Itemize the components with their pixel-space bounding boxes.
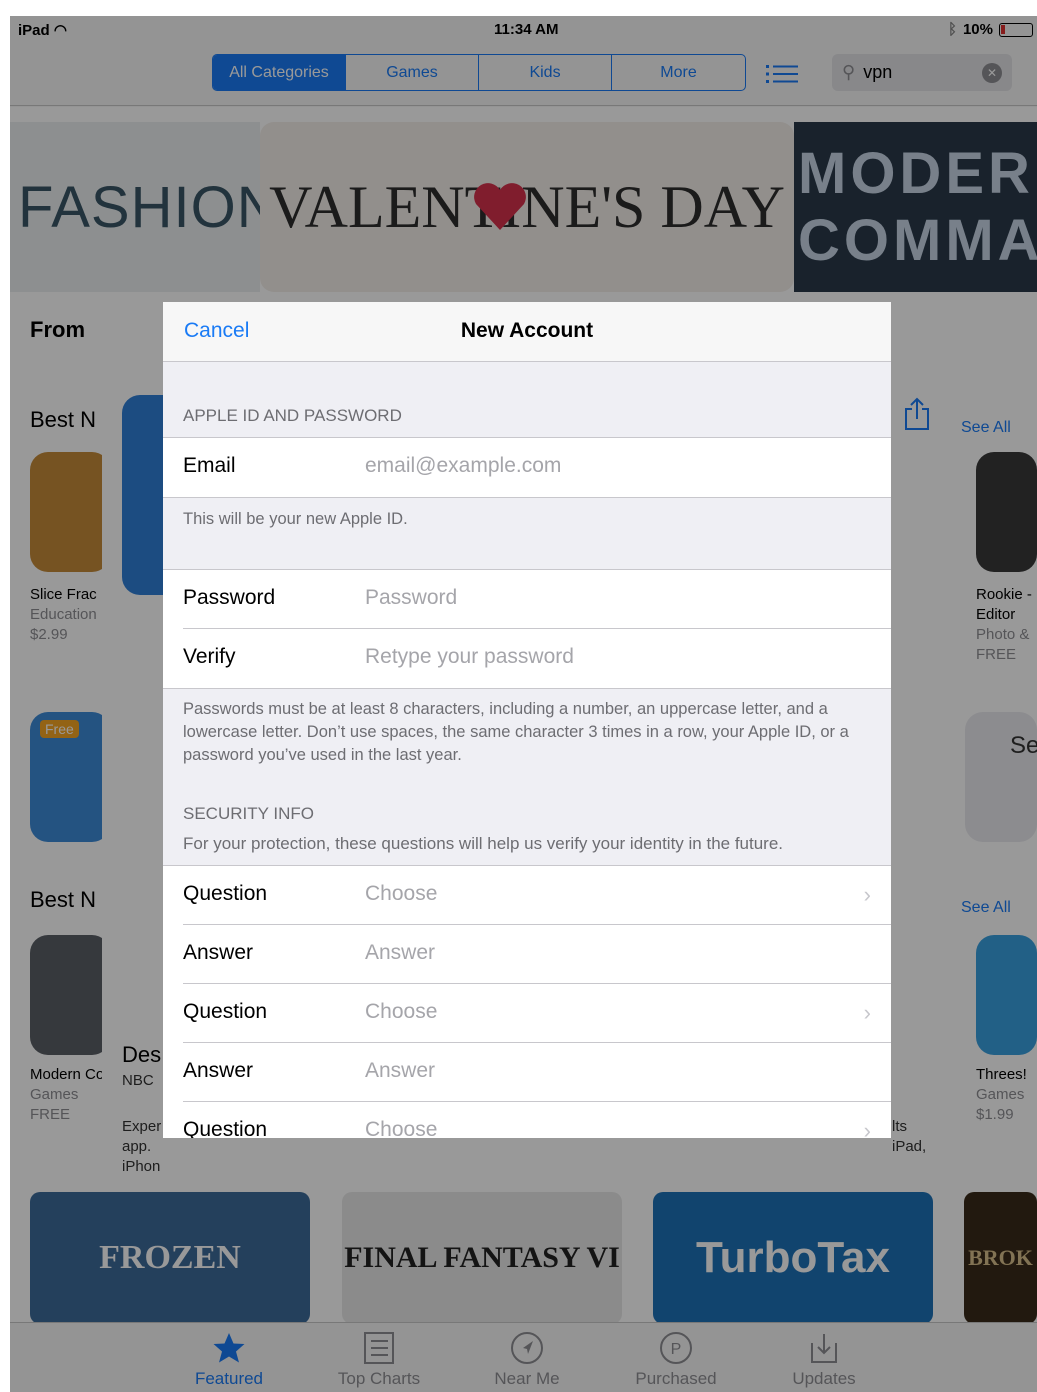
- question-select-3[interactable]: Choose: [365, 1118, 437, 1138]
- password-rules-note: Passwords must be at least 8 characters,…: [183, 700, 849, 764]
- answer-row-2[interactable]: Answer Answer: [163, 1043, 891, 1102]
- answer-field-1[interactable]: Answer: [365, 941, 435, 965]
- password-label: Password: [183, 586, 276, 609]
- question-row-2[interactable]: Question Choose ›: [163, 984, 891, 1043]
- question-label: Question: [183, 882, 268, 905]
- section-header-security: SECURITY INFO: [183, 804, 314, 823]
- verify-label: Verify: [183, 645, 236, 668]
- email-label: Email: [183, 454, 236, 477]
- question-label: Question: [183, 1118, 268, 1138]
- email-field[interactable]: email@example.com: [365, 454, 561, 478]
- verify-row[interactable]: Verify Retype your password: [163, 629, 891, 688]
- password-row[interactable]: Password Password: [163, 570, 891, 629]
- answer-label: Answer: [183, 1059, 254, 1082]
- question-label: Question: [183, 1000, 268, 1023]
- new-account-sheet: New Account Cancel APPLE ID AND PASSWORD…: [163, 302, 891, 1138]
- question-row-3[interactable]: Question Choose ›: [163, 1102, 891, 1138]
- ipad-screen: iPad ◠ 11:34 AM ᛒ 10% All Categories Gam…: [10, 16, 1037, 1392]
- sheet-title: New Account: [460, 319, 594, 342]
- answer-row-1[interactable]: Answer Answer: [163, 925, 891, 984]
- chevron-right-icon: ›: [863, 1118, 871, 1138]
- sheet-header: New Account Cancel: [163, 302, 891, 362]
- question-select-1[interactable]: Choose: [365, 882, 437, 906]
- chevron-right-icon: ›: [863, 1000, 871, 1025]
- verify-password-field[interactable]: Retype your password: [365, 645, 574, 669]
- email-row[interactable]: Email email@example.com: [163, 438, 891, 497]
- answer-label: Answer: [183, 941, 254, 964]
- cancel-button[interactable]: Cancel: [184, 319, 249, 343]
- chevron-right-icon: ›: [863, 882, 871, 907]
- answer-field-2[interactable]: Answer: [365, 1059, 435, 1083]
- section-header-apple-id: APPLE ID AND PASSWORD: [183, 406, 402, 425]
- question-select-2[interactable]: Choose: [365, 1000, 437, 1024]
- security-note: For your protection, these questions wil…: [183, 834, 784, 853]
- apple-id-note: This will be your new Apple ID.: [183, 510, 408, 528]
- question-row-1[interactable]: Question Choose ›: [163, 866, 891, 925]
- password-field[interactable]: Password: [365, 586, 457, 610]
